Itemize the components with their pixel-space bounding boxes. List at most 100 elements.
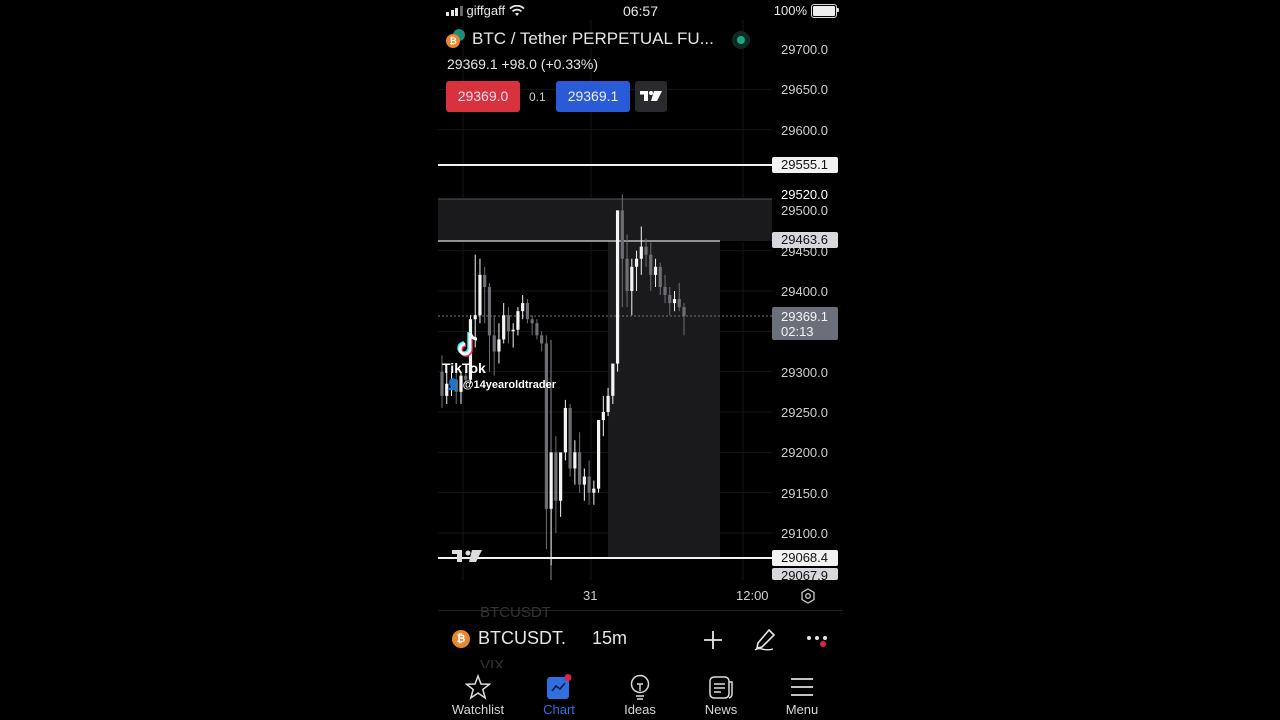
symbol-name: BTC / Tether PERPETUAL FU... bbox=[472, 29, 714, 48]
nav-news[interactable]: News bbox=[681, 668, 761, 717]
candle-bearish bbox=[554, 452, 558, 501]
candle-bearish bbox=[578, 452, 582, 485]
candle-bearish bbox=[620, 210, 624, 259]
price-label: 29500.0 bbox=[781, 203, 828, 218]
add-icon[interactable] bbox=[700, 627, 726, 653]
spread: 0.1 bbox=[529, 90, 546, 104]
price-label: 29520.0 bbox=[781, 187, 828, 202]
sell-button[interactable]: 29369.0 bbox=[446, 81, 520, 112]
ghost-symbol-above: BTCUSDT bbox=[480, 604, 551, 621]
zone-line-tag[interactable]: 29463.6 bbox=[772, 232, 838, 248]
price-label: 29150.0 bbox=[781, 486, 828, 501]
candle-bearish bbox=[587, 476, 591, 493]
nav-chart[interactable]: Chart bbox=[519, 668, 599, 717]
btc-usdt-coin-icon: ₿ bbox=[446, 29, 466, 49]
bar-countdown: 02:13 bbox=[781, 324, 814, 339]
candle-bearish bbox=[492, 335, 496, 352]
time-label: 31 bbox=[583, 588, 598, 603]
candle-bullish bbox=[592, 488, 596, 493]
symbol-title[interactable]: ₿ BTC / Tether PERPETUAL FU... bbox=[446, 29, 714, 49]
more-options-icon[interactable] bbox=[804, 627, 830, 653]
candle-bearish bbox=[649, 254, 653, 275]
symbol-selector[interactable]: ₿ BTCUSDT. 15m bbox=[452, 628, 627, 649]
candle-bearish bbox=[658, 266, 662, 287]
price-label: 29400.0 bbox=[781, 284, 828, 299]
candle-bullish bbox=[639, 246, 643, 259]
candle-bearish bbox=[483, 274, 487, 287]
user-icon: 👤 bbox=[446, 379, 460, 391]
candle-bearish bbox=[625, 258, 629, 291]
symbol-ticker[interactable]: BTCUSDT. bbox=[478, 628, 566, 649]
candle-bullish bbox=[630, 266, 634, 291]
candle-bullish bbox=[516, 311, 520, 330]
candle-bullish bbox=[521, 303, 525, 312]
price-change: 29369.1 +98.0 (+0.33%) bbox=[447, 56, 599, 72]
chart-settings-icon[interactable] bbox=[800, 588, 816, 604]
candle-bearish bbox=[540, 335, 544, 344]
buy-button[interactable]: 29369.1 bbox=[556, 81, 630, 112]
candle-bullish bbox=[606, 395, 610, 412]
btc-coin-icon: ₿ bbox=[452, 629, 470, 648]
candle-bearish bbox=[682, 307, 686, 317]
upper-line-tag[interactable]: 29555.1 bbox=[772, 157, 838, 173]
chart-icon bbox=[547, 674, 572, 699]
candle-bullish bbox=[473, 315, 477, 320]
nav-menu[interactable]: Menu bbox=[762, 668, 842, 717]
candle-bullish bbox=[511, 329, 515, 332]
time-label: 12:00 bbox=[736, 588, 769, 603]
nav-ideas[interactable]: Ideas bbox=[600, 668, 680, 717]
drawing-tool-icon[interactable] bbox=[752, 627, 778, 653]
candle-bullish bbox=[549, 452, 553, 509]
candle-bullish bbox=[653, 266, 658, 275]
tiktok-label: TikTok bbox=[442, 360, 486, 376]
candle-bearish bbox=[525, 303, 530, 320]
star-icon bbox=[465, 674, 491, 700]
lower-line-tag[interactable]: 29068.4 bbox=[772, 550, 838, 566]
candle-bearish bbox=[506, 315, 511, 332]
price-label: 29650.0 bbox=[781, 82, 828, 97]
tradingview-watermark bbox=[452, 550, 482, 562]
candle-bullish bbox=[478, 274, 482, 316]
battery-percent: 100% bbox=[773, 3, 807, 18]
hamburger-icon bbox=[791, 678, 813, 696]
candle-bullish bbox=[672, 299, 677, 304]
candle-bullish bbox=[611, 363, 615, 396]
candle-bullish bbox=[563, 407, 567, 453]
current-price: 29369.1 bbox=[781, 309, 828, 324]
candle-bullish bbox=[582, 476, 586, 485]
candle-bullish bbox=[601, 412, 605, 421]
tiktok-logo-icon bbox=[457, 332, 478, 357]
candle-bearish bbox=[530, 319, 534, 324]
tiktok-handle: 👤 @14yearoldtrader bbox=[446, 379, 557, 391]
candle-bearish bbox=[668, 295, 672, 304]
tradingview-button[interactable] bbox=[635, 81, 667, 112]
market-open-indicator[interactable] bbox=[732, 31, 750, 49]
candle-bearish bbox=[663, 286, 667, 296]
bottom-navigation: Watchlist Chart Ideas News Menu bbox=[438, 668, 843, 720]
candle-bullish bbox=[559, 452, 563, 501]
candle-bearish bbox=[568, 407, 572, 469]
candle-bearish bbox=[644, 246, 648, 255]
interval-selector[interactable]: 15m bbox=[592, 628, 627, 649]
candle-bullish bbox=[573, 452, 577, 469]
candle-bearish bbox=[487, 286, 492, 336]
candle-bullish bbox=[596, 420, 601, 489]
price-label: 29600.0 bbox=[781, 123, 828, 138]
price-label: 29250.0 bbox=[781, 405, 828, 420]
current-price-tag: 29369.1 02:13 bbox=[772, 307, 838, 340]
candle-bearish bbox=[544, 343, 548, 509]
price-label: 29200.0 bbox=[781, 445, 828, 460]
candle-bullish bbox=[634, 258, 639, 267]
status-bar: giffgaff 06:57 100% bbox=[438, 0, 843, 22]
price-label: 29700.0 bbox=[781, 42, 828, 57]
candle-bearish bbox=[535, 323, 539, 336]
battery-icon bbox=[811, 3, 839, 18]
trade-zone bbox=[438, 199, 772, 241]
tradingview-logo-icon bbox=[640, 91, 662, 101]
price-label: 29300.0 bbox=[781, 365, 828, 380]
session-low-tag: 29067.9 bbox=[772, 568, 838, 580]
price-label: 29100.0 bbox=[781, 526, 828, 541]
candle-bullish bbox=[615, 210, 620, 364]
nav-watchlist[interactable]: Watchlist bbox=[438, 668, 518, 717]
candle-bullish bbox=[497, 339, 501, 352]
